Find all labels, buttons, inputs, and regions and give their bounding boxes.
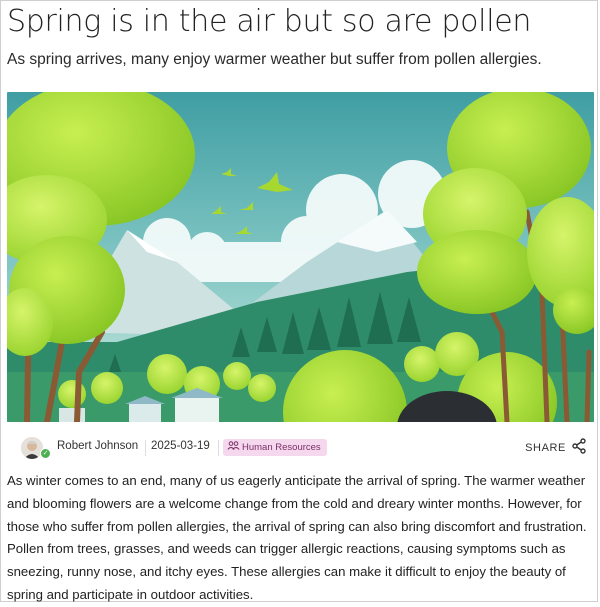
meta-divider	[218, 440, 219, 456]
people-icon	[227, 439, 240, 456]
share-icon	[571, 437, 587, 459]
verified-check-icon: ✓	[40, 448, 51, 459]
category-tag[interactable]: Human Resources	[223, 439, 327, 456]
share-label: SHARE	[525, 442, 566, 454]
meta-divider	[145, 440, 146, 456]
article-body: As winter comes to an end, many of us ea…	[7, 473, 587, 602]
hero-image	[7, 92, 594, 422]
category-label: Human Resources	[242, 442, 321, 454]
publish-date: 2025-03-19	[151, 440, 210, 452]
author-name[interactable]: Robert Johnson	[57, 440, 138, 452]
article-subtitle: As spring arrives, many enjoy warmer wea…	[7, 51, 542, 68]
article-title: Spring is in the air but so are pollen	[7, 4, 532, 39]
article-meta: ✓ Robert Johnson 2025-03-19 Human Resour…	[7, 434, 587, 462]
share-button[interactable]: SHARE	[525, 437, 587, 459]
